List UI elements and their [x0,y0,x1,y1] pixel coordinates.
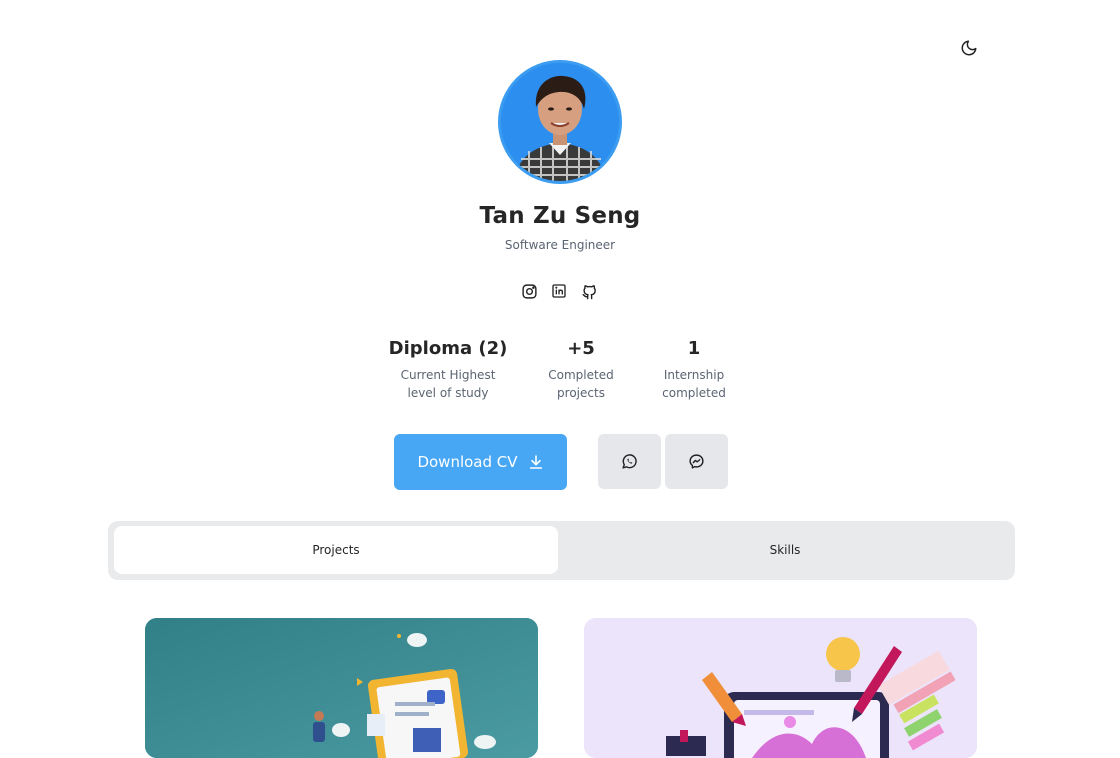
stat-label: Current Highest [400,368,496,382]
theme-toggle-button[interactable] [957,36,981,60]
project-illustration [145,618,538,758]
stat-label: level of study [407,386,489,400]
messenger-icon [689,454,704,469]
project-card[interactable] [145,618,538,758]
messenger-button[interactable] [665,434,728,489]
instagram-link[interactable] [520,281,538,301]
whatsapp-icon [622,454,637,469]
github-icon [581,284,596,299]
stat-value: Diploma (2) [388,338,508,359]
stat-label: completed [662,386,726,400]
github-link[interactable] [580,281,598,301]
instagram-icon [521,283,537,299]
download-icon [529,455,542,469]
avatar [498,60,622,184]
section-tabs: Projects Skills [108,521,1015,580]
tab-skills[interactable]: Skills [560,526,1010,574]
tab-projects[interactable]: Projects [114,526,558,574]
stat-education: Diploma (2) Current Highest level of stu… [388,338,508,402]
profile-role: Software Engineer [504,238,616,252]
profile-name: Tan Zu Seng [479,203,641,229]
download-cv-label: Download CV [417,453,518,471]
stat-label: Internship [663,368,725,382]
stat-value: 1 [687,338,701,359]
project-card[interactable] [584,618,977,758]
stat-label: Completed [548,368,614,382]
linkedin-link[interactable] [550,281,568,301]
linkedin-icon [552,284,566,298]
project-illustration [584,618,977,758]
download-cv-button[interactable]: Download CV [394,434,567,490]
social-links [520,281,598,301]
moon-icon [961,40,977,56]
stat-projects: +5 Completed projects [536,338,626,402]
stat-value: +5 [567,338,595,359]
stat-internship: 1 Internship completed [649,338,739,402]
whatsapp-button[interactable] [598,434,661,489]
stat-label: projects [557,386,605,400]
